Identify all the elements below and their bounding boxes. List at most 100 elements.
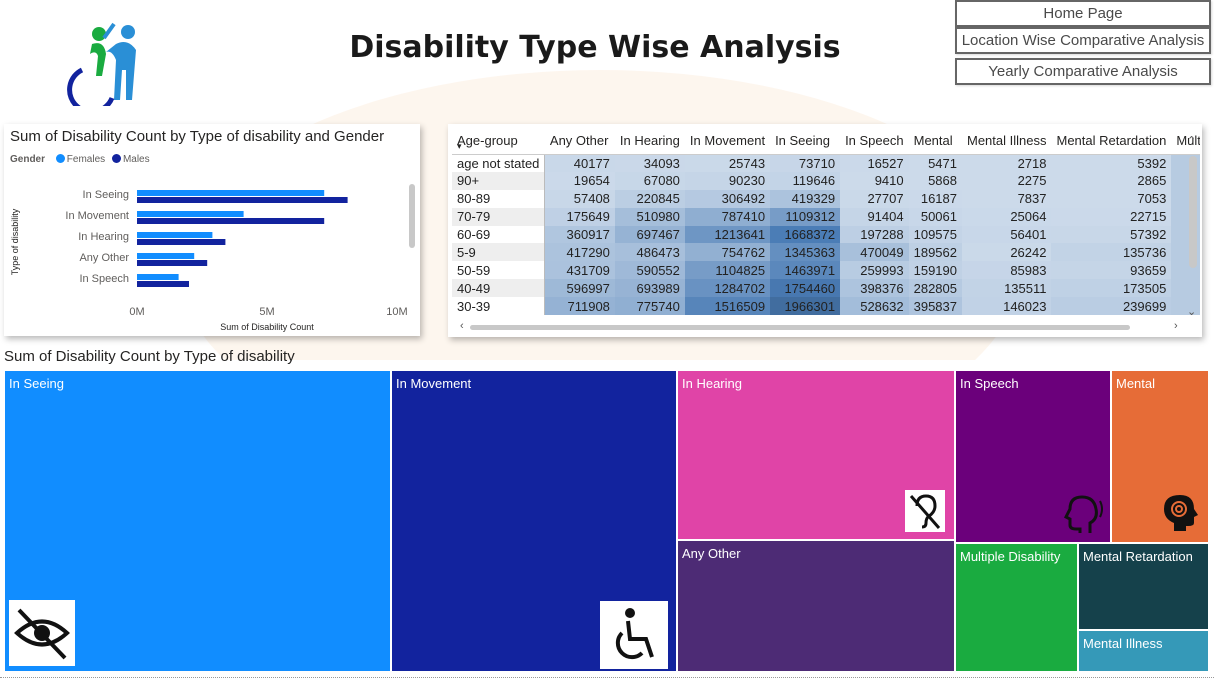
matrix-cell: 419329 [770, 189, 841, 208]
matrix-cell: 9410 [840, 171, 909, 190]
sort-descending-icon[interactable]: ▾ [457, 141, 462, 152]
gender-bar-chart-card[interactable]: Sum of Disability Count by Type of disab… [4, 124, 420, 336]
matrix-cell: 528632 [840, 297, 909, 316]
matrix-column-header[interactable]: In Movement [684, 127, 771, 155]
tile-label: Mental Retardation [1083, 549, 1193, 564]
category-label: In Speech [79, 273, 129, 285]
matrix-cell: 5471 [908, 154, 962, 172]
matrix-column-header[interactable]: In Speech [840, 127, 909, 155]
tile-label: In Movement [396, 376, 472, 391]
matrix-cell: 1213641 [684, 225, 771, 244]
x-tick-label: 5M [259, 306, 274, 318]
bar-males[interactable] [137, 239, 226, 245]
scroll-right-icon[interactable]: › [1174, 320, 1178, 332]
x-tick-label: 0M [129, 306, 144, 318]
tile-label: Mental Illness [1083, 636, 1163, 651]
scroll-left-icon[interactable]: ‹ [460, 320, 464, 332]
scroll-up-icon[interactable]: ⌃ [1187, 134, 1196, 147]
treemap-tile-mental-illness[interactable]: Mental Illness [1078, 630, 1209, 672]
matrix-column-header[interactable]: Mental Retardation [1051, 127, 1172, 155]
treemap-tile-any-other[interactable]: Any Other [677, 540, 955, 672]
bar-males[interactable] [137, 260, 208, 266]
matrix-row-label: 5-9 [452, 243, 545, 262]
matrix-cell: 282805 [908, 279, 962, 298]
scroll-down-icon[interactable]: ⌄ [1187, 305, 1196, 318]
bar-females[interactable] [137, 232, 213, 238]
bar-males[interactable] [137, 218, 325, 224]
matrix-row: age not stated 40177 34093 25743 73710 16527 5… [452, 154, 1200, 172]
tile-label: Any Other [682, 546, 741, 561]
treemap-tile-mental-retardation[interactable]: Mental Retardation [1078, 543, 1209, 630]
matrix-cell: 395837 [908, 297, 962, 316]
matrix-row: 80-89 57408 220845 306492 419329 27707 16187 78… [452, 189, 1200, 208]
matrix-cell: 146023 [962, 297, 1052, 316]
matrix-cell: 697467 [614, 225, 685, 244]
matrix-column-header[interactable]: Mental Illness [962, 127, 1052, 155]
matrix-row: 5-9 417290 486473 754762 1345363 470049 189562… [452, 243, 1200, 262]
matrix-cell: 40177 [544, 154, 615, 172]
treemap-tile-multiple-disability[interactable]: Multiple Disability [955, 543, 1078, 672]
matrix-column-header[interactable]: In Hearing [614, 127, 685, 155]
matrix-cell: 510980 [614, 207, 685, 226]
matrix-column-header[interactable]: Mental [908, 127, 962, 155]
matrix-cell: 1284702 [684, 279, 771, 298]
matrix-cell: 2275 [962, 171, 1052, 190]
matrix-cell: 27707 [840, 189, 909, 208]
matrix-vertical-scrollbar[interactable] [1189, 156, 1197, 268]
matrix-cell: 16527 [840, 154, 909, 172]
matrix-cell: 85983 [962, 261, 1052, 280]
bar-males[interactable] [137, 281, 189, 287]
matrix-cell: 1754460 [770, 279, 841, 298]
matrix-cell: 5392 [1051, 154, 1172, 172]
matrix-cell: 67080 [614, 171, 685, 190]
matrix-cell: 25064 [962, 207, 1052, 226]
matrix-row-label: 90+ [452, 171, 545, 190]
age-group-matrix: Age-group ▾ Any Other In Hearing In Movement… [452, 127, 1200, 337]
matrix-row-label: 50-59 [452, 261, 545, 280]
matrix-column-header[interactable]: In Seeing [770, 127, 841, 155]
matrix-row: 50-59 431709 590552 1104825 1463971 259993 159… [452, 261, 1200, 280]
bar-females[interactable] [137, 211, 244, 217]
matrix-row-header-column[interactable]: Age-group ▾ [452, 127, 545, 155]
speaking-head-icon [1063, 495, 1103, 533]
matrix-cell: 197288 [840, 225, 909, 244]
chart-scrollbar[interactable] [409, 184, 415, 248]
matrix-horizontal-scrollbar[interactable] [470, 325, 1130, 330]
matrix-cell: 360917 [544, 225, 615, 244]
treemap-tile-in-seeing[interactable]: In Seeing [4, 370, 391, 672]
bar-females[interactable] [137, 274, 179, 280]
matrix-cell: 19654 [544, 171, 615, 190]
tile-label: In Hearing [682, 376, 742, 391]
matrix-cell: 1463971 [770, 261, 841, 280]
home-page-button[interactable]: Home Page [955, 0, 1211, 27]
matrix-cell: 34093 [614, 154, 685, 172]
matrix-cell: 590552 [614, 261, 685, 280]
bar-chart-plot: In Seeing In Movement In Hearing Any Other I… [10, 189, 408, 332]
matrix-cell: 16187 [908, 189, 962, 208]
matrix-column-header[interactable]: Any Other [544, 127, 615, 155]
category-label: In Seeing [83, 189, 129, 201]
tile-label: Mental [1116, 376, 1156, 391]
matrix-cell: 93659 [1051, 261, 1172, 280]
matrix-cell: 2865 [1051, 171, 1172, 190]
matrix-cell: 1516509 [684, 297, 771, 316]
matrix-cell: 1345363 [770, 243, 841, 262]
matrix-cell: 173505 [1051, 279, 1172, 298]
matrix-cell: 26242 [962, 243, 1052, 262]
yearly-analysis-button[interactable]: Yearly Comparative Analysis [955, 58, 1211, 85]
bar-males[interactable] [137, 197, 348, 203]
bar-females[interactable] [137, 253, 195, 259]
matrix-cell: 2718 [962, 154, 1052, 172]
matrix-cell: 57392 [1051, 225, 1172, 244]
matrix-cell: 175649 [544, 207, 615, 226]
matrix-cell: 56401 [962, 225, 1052, 244]
matrix-cell: 239699 [1051, 297, 1172, 316]
treemap-tile-in-movement[interactable]: In Movement [391, 370, 677, 672]
treemap-tile-in-hearing[interactable]: In Hearing [677, 370, 955, 540]
matrix-cell: 135736 [1051, 243, 1172, 262]
location-analysis-button[interactable]: Location Wise Comparative Analysis [955, 27, 1211, 54]
bar-females[interactable] [137, 190, 325, 196]
treemap-tile-mental[interactable]: Mental [1111, 370, 1209, 543]
treemap-tile-in-speech[interactable]: In Speech [955, 370, 1111, 543]
matrix-cell: 1668372 [770, 225, 841, 244]
